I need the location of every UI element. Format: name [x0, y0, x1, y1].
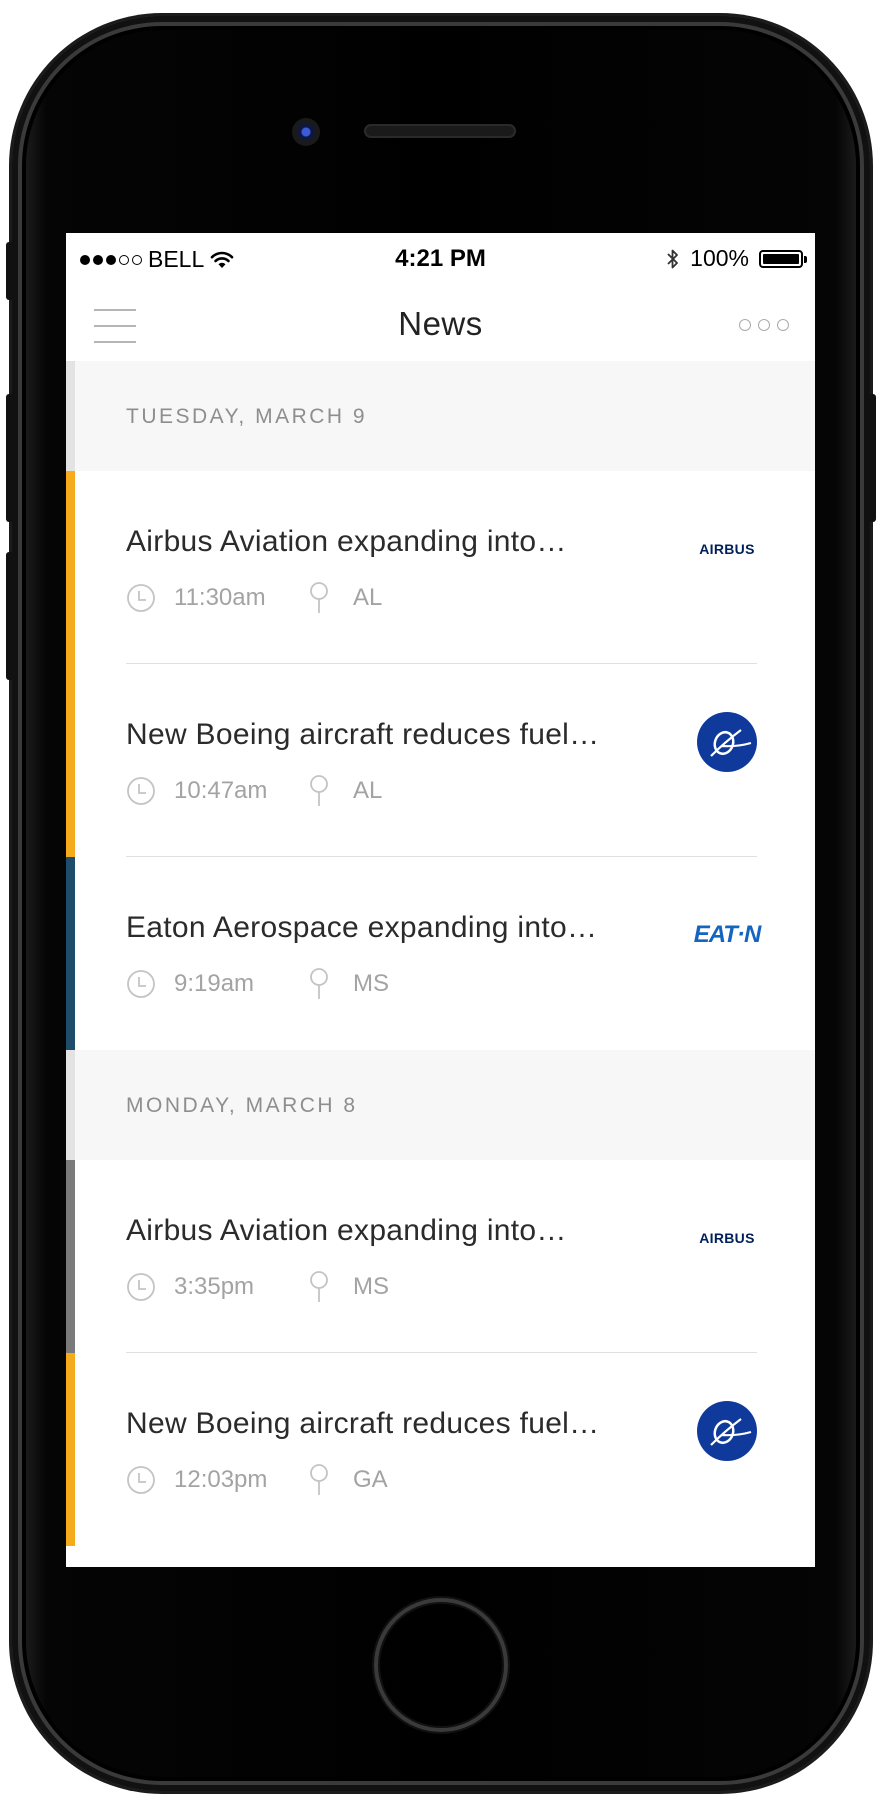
news-title: Airbus Aviation expanding into…: [126, 525, 567, 558]
nav-bar: News: [66, 285, 815, 365]
boeing-logo: [697, 712, 757, 772]
volume-down-button: [6, 552, 14, 680]
location-pin-icon: [310, 582, 328, 613]
airbus-logo: AIRBUS: [699, 1230, 755, 1246]
clock-icon: [127, 1273, 155, 1301]
section-date: TUESDAY, MARCH 9: [126, 405, 368, 428]
clock-icon: [127, 777, 155, 805]
news-title: Eaton Aerospace expanding into…: [126, 911, 598, 944]
earpiece-speaker: [364, 124, 516, 138]
accent-stripe: [66, 1353, 75, 1546]
news-item[interactable]: Airbus Aviation expanding into… 3:35pm M…: [66, 1160, 815, 1353]
volume-up-button: [6, 394, 14, 522]
news-location: AL: [353, 777, 383, 804]
home-button[interactable]: [374, 1598, 508, 1732]
news-item[interactable]: Eaton Aerospace expanding into… 9:19am M…: [66, 857, 815, 1050]
clock-icon: [127, 970, 155, 998]
section-stripe: [66, 361, 75, 471]
news-time: 11:30am: [174, 584, 266, 611]
news-location: MS: [353, 970, 389, 997]
news-meta: 3:35pm MS: [126, 1270, 389, 1304]
accent-stripe: [66, 471, 75, 664]
news-time: 9:19am: [174, 970, 255, 997]
news-meta: 9:19am MS: [126, 967, 389, 1001]
section-header: MONDAY, MARCH 8: [66, 1050, 815, 1160]
news-time: 3:35pm: [174, 1273, 255, 1300]
location-pin-icon: [310, 775, 328, 806]
more-dots-icon[interactable]: [739, 319, 789, 331]
status-right: 100%: [666, 245, 807, 272]
bluetooth-icon: [667, 249, 679, 268]
page-title: News: [398, 305, 483, 342]
eaton-logo: EAT·N: [693, 921, 762, 948]
news-meta: 12:03pm GA: [126, 1463, 388, 1497]
news-list: TUESDAY, MARCH 9 Airbus Aviation expandi…: [66, 361, 815, 1546]
location-pin-icon: [310, 968, 328, 999]
section-header: TUESDAY, MARCH 9: [66, 361, 815, 471]
news-time: 10:47am: [174, 777, 268, 804]
news-meta: 11:30am AL: [126, 581, 382, 615]
battery-percent: 100%: [690, 245, 749, 271]
location-pin-icon: [310, 1464, 328, 1495]
accent-stripe: [66, 664, 75, 857]
news-item[interactable]: Airbus Aviation expanding into… 11:30am …: [66, 471, 815, 664]
front-camera: [292, 118, 320, 146]
silent-switch: [6, 242, 14, 300]
screen: BELL 4:21 PM 100% News TUESDAY, MARCH 9 …: [66, 233, 815, 1567]
news-location: GA: [353, 1466, 388, 1493]
news-meta: 10:47am AL: [126, 774, 382, 808]
news-location: MS: [353, 1273, 389, 1300]
status-bar: BELL 4:21 PM 100%: [66, 233, 815, 285]
clock-icon: [127, 584, 155, 612]
news-item[interactable]: New Boeing aircraft reduces fuel… 12:03p…: [66, 1353, 815, 1546]
battery-icon: [759, 249, 807, 268]
section-date: MONDAY, MARCH 8: [126, 1094, 358, 1117]
news-location: AL: [353, 584, 383, 611]
power-button: [868, 394, 876, 522]
section-stripe: [66, 1050, 75, 1160]
airbus-logo: AIRBUS: [699, 541, 755, 557]
news-item[interactable]: New Boeing aircraft reduces fuel… 10:47a…: [66, 664, 815, 857]
accent-stripe: [66, 1160, 75, 1353]
boeing-logo: [697, 1401, 757, 1461]
news-title: Airbus Aviation expanding into…: [126, 1214, 567, 1247]
accent-stripe: [66, 857, 75, 1050]
location-pin-icon: [310, 1271, 328, 1302]
news-time: 12:03pm: [174, 1466, 268, 1493]
clock-icon: [127, 1466, 155, 1494]
news-title: New Boeing aircraft reduces fuel…: [126, 718, 600, 751]
news-title: New Boeing aircraft reduces fuel…: [126, 1407, 600, 1440]
